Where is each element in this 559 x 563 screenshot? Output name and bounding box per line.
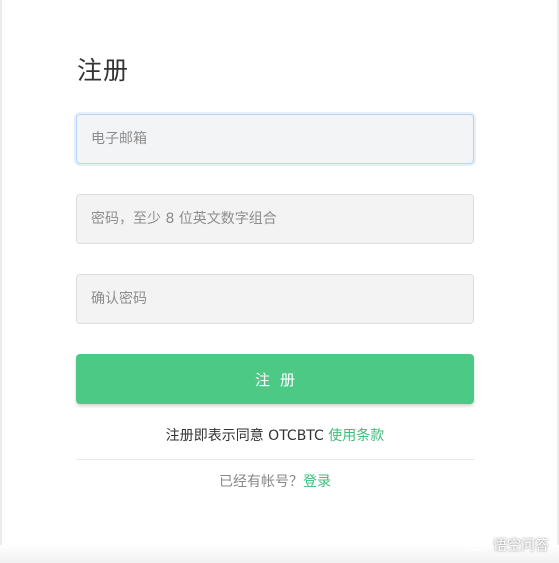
agreement-text: 注册即表示同意 OTCBTC xyxy=(165,428,329,444)
confirm-password-field[interactable] xyxy=(76,274,474,324)
chat-bubble-icon xyxy=(467,537,489,553)
watermark: 悟空问答 xyxy=(467,535,549,555)
register-button[interactable]: 注册 xyxy=(76,354,474,404)
password-field[interactable] xyxy=(76,194,474,244)
agreement-line: 注册即表示同意 OTCBTC 使用条款 xyxy=(76,426,474,446)
left-border xyxy=(0,0,2,563)
login-line: 已经有帐号？登录 xyxy=(76,472,474,492)
register-page: 注册 注册 注册即表示同意 OTCBTC 使用条款 已经有帐号？登录 悟空问答 xyxy=(0,0,559,563)
watermark-text: 悟空问答 xyxy=(493,538,549,554)
login-link[interactable]: 登录 xyxy=(303,474,331,490)
login-prompt: 已经有帐号？ xyxy=(219,474,303,490)
terms-link[interactable]: 使用条款 xyxy=(328,428,384,444)
page-title: 注册 xyxy=(77,56,130,85)
email-field[interactable] xyxy=(76,114,474,164)
divider xyxy=(76,459,474,460)
